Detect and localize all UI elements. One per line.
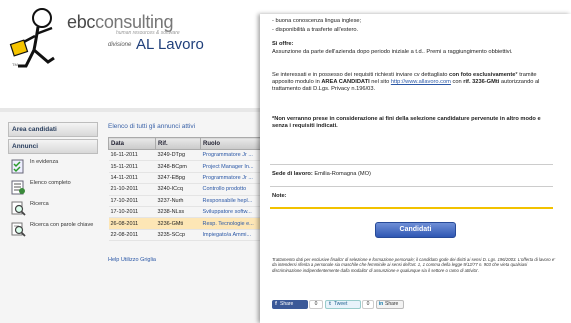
work-location: Sede di lavoro: Emilia-Romagna (MO) [272,171,557,178]
sidebar-section-area-candidati[interactable]: Area candidati [8,122,98,137]
apply-instructions: Se interessati e in possesso dei requisi… [272,72,557,94]
site-link[interactable]: http://www.allavoro.com [391,79,451,85]
cell-ref: 3247-EBpg [155,172,201,185]
cell-ref: 3240-ICcq [155,183,201,196]
facebook-icon: f [275,301,277,307]
division-label: divisione [108,42,132,48]
table-row[interactable]: 15-11-2011 3248-BCpm Project Manager In... [108,160,268,173]
sidebar-section-annunci[interactable]: Annunci [8,139,98,154]
apply-area-label: AREA CANDIDATI [321,79,370,86]
apply-button[interactable]: Candidati [375,222,456,238]
table-header-row: Data Rif. Ruolo [108,137,268,150]
cell-ref: 3236-GMti [155,217,201,230]
magnifier-doc-icon [11,222,26,237]
linkedin-share-label: Share [385,301,399,307]
cell-date: 22-08-2011 [108,229,156,242]
offer-title: Si offre: [272,41,294,47]
linkedin-share-button[interactable]: in Share [376,300,404,309]
sidebar-item-ricerca[interactable]: Ricerca [8,198,98,219]
selection-note: *Non verranno prese in considerazione ai… [272,116,541,130]
apply-text-1: Se interessati e in possesso dei requisi… [272,72,450,78]
trademark-mark: TM [12,62,18,67]
sidebar-item-label: In evidenza [30,159,59,165]
cell-date: 16-11-2011 [108,149,156,162]
column-header-rif[interactable]: Rif. [155,137,201,150]
cell-role[interactable]: Sviluppatore softw... [200,206,268,219]
facebook-share-button[interactable]: f Share [272,300,308,309]
tweet-count: 0 [362,300,374,309]
cell-role[interactable]: Project Manager In... [200,160,268,173]
sidebar: Area candidati Annunci In evidenza Elenc… [8,122,98,240]
sidebar-item-in-evidenza[interactable]: In evidenza [8,156,98,177]
cell-ref: 3235-SCcp [155,229,201,242]
brand-prefix: ebc [67,12,96,32]
cell-role[interactable]: Resp. Tecnologie e... [200,217,268,230]
cell-ref: 3237-Nurh [155,195,201,207]
twitter-tweet-button[interactable]: t Tweet [325,300,361,309]
brand-suffix: consulting [95,12,174,32]
ad-detail-panel: - buona conoscenza lingua inglese; - dis… [260,14,571,323]
cell-ref: 3248-BCpm [155,160,201,173]
twitter-icon: t [329,301,331,307]
table-row[interactable]: 26-08-2011 3236-GMti Resp. Tecnologie e... [108,217,268,230]
facebook-share-label: Share [280,301,294,307]
table-row[interactable]: 14-11-2011 3247-EBpg Programmatore Jr ... [108,172,268,185]
apply-text-3: nel sito [369,79,391,86]
divider-yellow [270,207,553,209]
sidebar-item-elenco-completo[interactable]: Elenco completo [8,177,98,198]
column-header-ruolo[interactable]: Ruolo [200,137,268,150]
table-row[interactable]: 16-11-2011 3249-DTpg Programmatore Jr ... [108,149,268,162]
listing-title: Elenco di tutti gli annunci attivi [108,123,196,130]
cell-date: 21-10-2011 [108,183,156,196]
sidebar-item-label: Ricerca [30,201,49,207]
sidebar-item-label: Elenco completo [30,180,71,186]
sidebar-item-ricerca-parole-chiave[interactable]: Ricerca con parole chiave [8,219,98,240]
cell-ref: 3238-NLss [155,206,201,219]
cell-role[interactable]: Responsabile hepl... [200,195,268,207]
table-row[interactable]: 21-10-2011 3240-ICcq Controllo prodotto [108,183,268,196]
privacy-fine-print: Trattamento dati per esclusive finalita'… [272,257,556,273]
table-row[interactable]: 22-08-2011 3235-SCcp Impiegato/a Ammi... [108,229,268,242]
sidebar-item-label: Ricerca con parole chiave [30,222,94,228]
cell-date: 17-10-2011 [108,206,156,219]
column-header-data[interactable]: Data [108,137,156,150]
cell-role[interactable]: Programmatore Jr ... [200,172,268,185]
cell-date: 26-08-2011 [108,217,156,230]
division-name: AL Lavoro [136,36,204,53]
location-label: Sede di lavoro: [272,171,313,177]
table-row[interactable]: 17-10-2011 3237-Nurh Responsabile hepl... [108,195,268,207]
notes-label: Note: [272,193,287,199]
ad-reference: rif. 3236-GMti [463,79,500,86]
divider [270,186,553,187]
requirement-bullet: - buona conoscenza lingua inglese; [272,18,362,24]
checklist-icon [11,159,24,174]
help-grid-link[interactable]: Help Utilizzo Griglia [108,257,156,263]
magnifier-icon [11,201,26,216]
cell-role[interactable]: Controllo prodotto [200,183,268,196]
cell-date: 15-11-2011 [108,160,156,173]
ads-table: Data Rif. Ruolo 16-11-2011 3249-DTpg Progr… [108,137,268,242]
tweet-label: Tweet [334,301,348,307]
list-icon [11,180,25,195]
offer-text: Assunzione da parte dell'azienda dopo pe… [272,49,513,55]
cell-role[interactable]: Impiegato/a Ammi... [200,229,268,242]
running-man-logo [9,8,55,68]
cell-role[interactable]: Programmatore Jr ... [200,149,268,162]
cell-ref: 3249-DTpg [155,149,201,162]
apply-text-4: con [450,79,464,86]
apply-text-bold: con foto esclusivamente [449,72,516,78]
requirement-bullet: - disponibilità a trasferte all'estero. [272,27,359,33]
cell-date: 14-11-2011 [108,172,156,185]
ads-table-body: 16-11-2011 3249-DTpg Programmatore Jr ... 1… [108,149,268,242]
location-value: Emilia-Romagna (MO) [312,171,371,177]
table-row[interactable]: 17-10-2011 3238-NLss Sviluppatore softw... [108,206,268,219]
linkedin-icon: in [378,301,384,307]
divider [270,164,553,165]
cell-date: 17-10-2011 [108,195,156,207]
facebook-share-count: 0 [309,300,323,309]
